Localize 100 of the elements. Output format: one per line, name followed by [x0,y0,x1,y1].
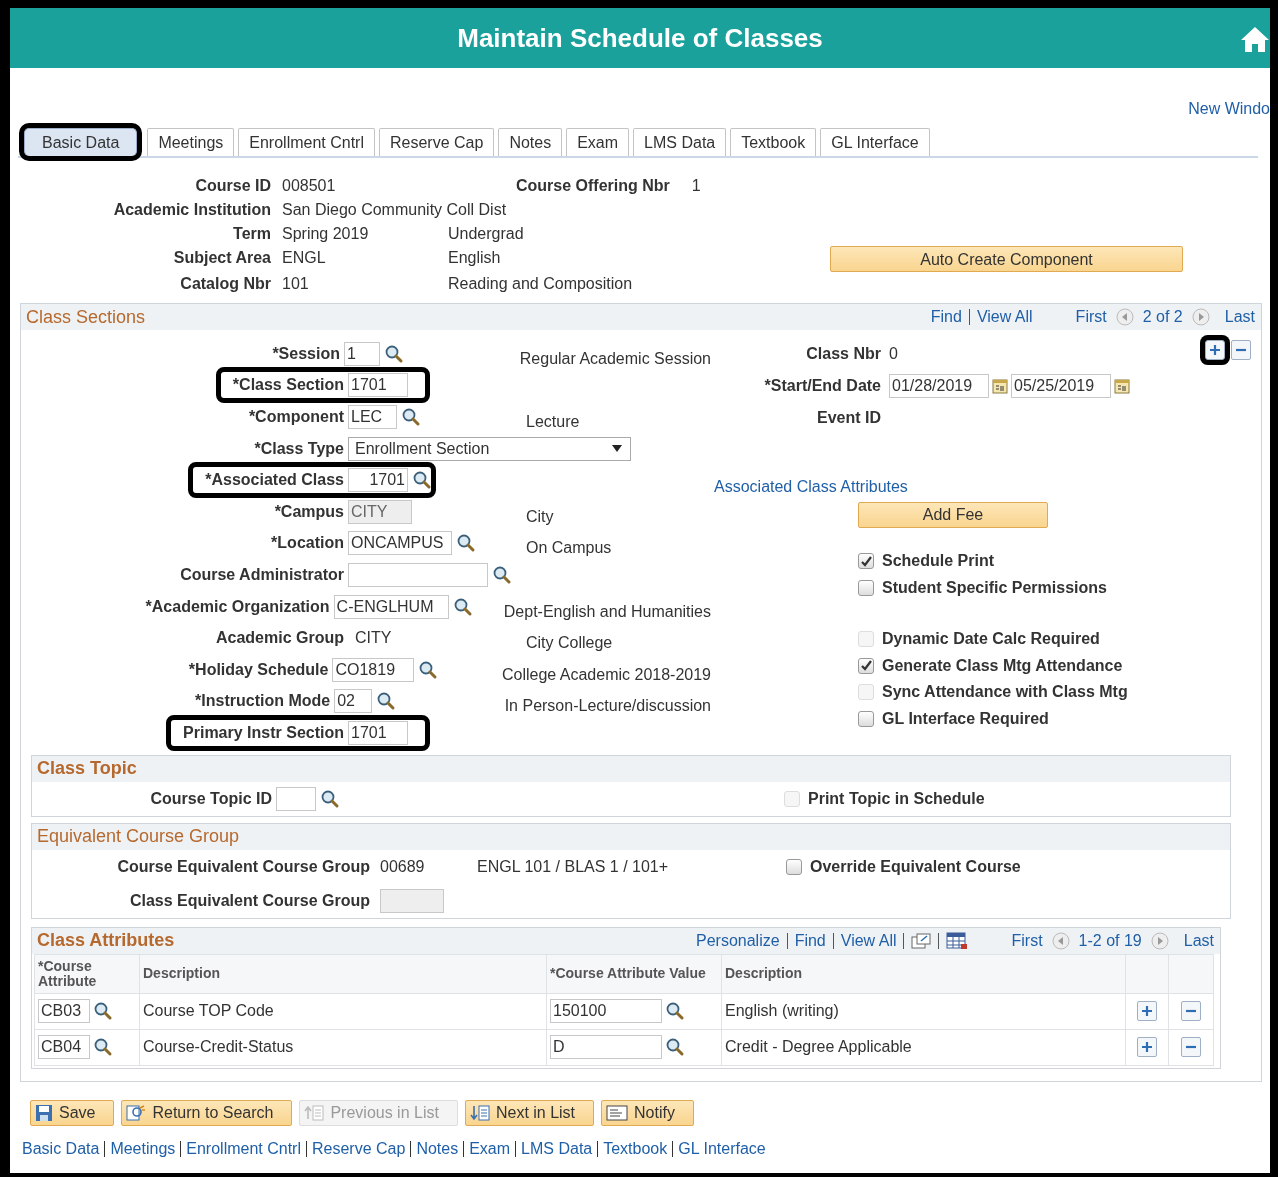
checkbox-label: Print Topic in Schedule [808,789,985,808]
text-field[interactable]: D [550,1035,662,1060]
new-window-link[interactable]: New Windo [1188,100,1270,118]
text-field[interactable]: 02 [334,689,373,714]
page-title: Maintain Schedule of Classes [457,22,823,54]
tab[interactable]: Enrollment Cntrl [238,128,375,156]
search-icon[interactable] [665,1001,685,1022]
text-field[interactable]: 150100 [550,999,662,1024]
text-field[interactable] [348,562,488,587]
tab[interactable]: Textbook [730,128,817,156]
down-list-icon[interactable] [469,1103,490,1122]
new-window-icon[interactable] [911,932,932,949]
find-link[interactable]: Find [930,308,962,326]
text-field[interactable]: CO1819 [332,657,415,682]
table-cell: Course-Credit-Status [143,1038,294,1056]
date-field[interactable]: 05/25/2019 [1011,374,1111,398]
last-link[interactable]: Last [1183,931,1214,950]
text-field[interactable]: 1 [343,341,380,366]
save-icon[interactable] [35,1103,53,1122]
last-link[interactable]: Last [1224,308,1255,326]
text-field[interactable]: LEC [348,405,397,429]
tab[interactable]: LMS Data [633,128,727,156]
text-field[interactable]: ONCAMPUS [348,531,452,556]
caret-icon[interactable] [612,444,622,453]
text-field[interactable]: 1701 [348,373,408,398]
search-icon[interactable] [412,470,432,491]
spreadsheet-icon[interactable] [946,931,969,950]
field-description: Regular Academic Session [519,348,711,368]
field-label: *Associated Class [205,471,344,489]
search-icon[interactable] [418,659,439,680]
tab[interactable]: Exam [566,128,630,156]
tab[interactable]: Reserve Cap [379,128,495,156]
text-field[interactable]: CB04 [38,1035,90,1060]
personalize-link[interactable]: Personalize [696,931,780,950]
footer-link[interactable]: Basic Data [22,1139,100,1158]
field-value: 1 [691,176,701,196]
search-icon[interactable] [376,691,397,712]
search-icon[interactable] [383,343,404,364]
text-field[interactable] [276,786,316,811]
checkbox[interactable] [858,657,874,674]
search-icon[interactable] [456,533,476,554]
section-title: Class Attributes [37,930,175,952]
home-icon[interactable] [1240,25,1270,53]
field-label: *Instruction Mode [195,692,331,710]
checkbox-label: Sync Attendance with Class Mtg [882,683,1128,702]
footer-link[interactable]: Reserve Cap [312,1139,406,1158]
field-label: Class Equivalent Course Group [128,891,370,910]
note-icon[interactable] [606,1104,629,1121]
toolbar-button[interactable]: Return to Search [121,1099,293,1126]
footer-link[interactable]: LMS Data [521,1139,593,1158]
first-link[interactable]: First [1011,931,1043,950]
field-label: Subject Area [172,248,272,268]
row-counter: 2 of 2 [1142,308,1183,326]
footer-link[interactable]: GL Interface [678,1139,766,1158]
text-field[interactable]: C-ENGLHUM [333,594,449,619]
view-all-link[interactable]: View All [840,931,897,950]
date-field[interactable]: 01/28/2019 [889,374,989,398]
calendar-icon[interactable] [992,378,1008,394]
field-label: *Start/End Date [763,377,881,395]
row-counter: 1-2 of 19 [1078,931,1142,950]
footer-link[interactable]: Exam [469,1139,511,1158]
first-link[interactable]: First [1075,308,1107,326]
auto-create-button[interactable]: Auto Create Component [830,246,1183,272]
field-value: 101 [282,274,310,294]
footer-link[interactable]: Textbook [603,1139,668,1158]
checkbox[interactable] [786,858,802,875]
search-icon[interactable] [320,788,340,809]
search-icon[interactable] [93,1037,113,1058]
tab[interactable]: Notes [498,128,563,156]
toolbar-button[interactable]: Next in List [464,1099,595,1126]
field-description: On Campus [526,538,612,558]
tab[interactable]: Meetings [147,128,235,156]
toolbar-button[interactable]: Save [30,1099,115,1126]
footer-link[interactable]: Enrollment Cntrl [186,1139,301,1158]
text-field[interactable]: 1701 [348,720,408,745]
checkbox[interactable] [858,579,874,596]
search-icon[interactable] [492,564,512,585]
checkbox[interactable] [858,553,874,570]
field-value: Spring 2019 [282,224,370,244]
checkbox[interactable] [858,710,874,727]
search-icon[interactable] [93,1001,113,1022]
search-icon[interactable] [665,1037,685,1058]
footer-link[interactable]: Meetings [110,1139,176,1158]
text-field: CITY [348,499,412,524]
field-value: Undergrad [448,224,525,244]
footer-link[interactable]: Notes [416,1139,459,1158]
add-fee-button[interactable]: Add Fee [858,502,1048,528]
find-link[interactable]: Find [794,931,826,950]
up-list-icon [304,1103,325,1122]
toolbar-button[interactable]: Notify [601,1099,694,1126]
field-label: Academic Group [215,629,344,647]
associated-class-attributes-link[interactable]: Associated Class Attributes [714,478,1261,496]
search-icon[interactable] [452,596,473,617]
tab[interactable]: GL Interface [820,128,930,156]
dropdown[interactable]: Enrollment Section [348,436,631,461]
text-field[interactable]: 1701 [348,468,408,493]
calendar-icon[interactable] [1114,378,1130,394]
view-all-link[interactable]: View All [976,308,1033,326]
text-field[interactable]: CB03 [38,999,90,1024]
search-icon[interactable] [401,407,421,427]
